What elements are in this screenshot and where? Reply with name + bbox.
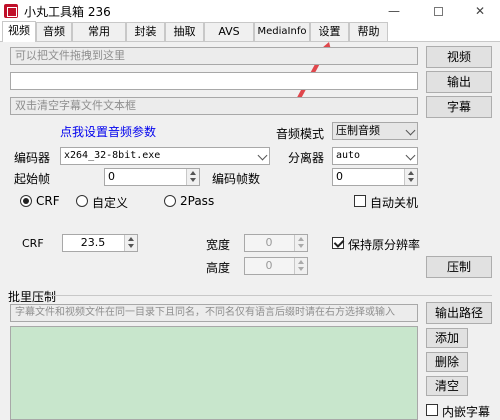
delete-button[interactable]: 删除 <box>426 352 468 372</box>
encode-frames-value: 0 <box>336 170 343 183</box>
keep-resolution-label[interactable]: 保持原分辨率 <box>348 236 420 253</box>
custom-radio[interactable] <box>76 195 88 207</box>
auto-shutdown-checkbox[interactable] <box>354 195 366 207</box>
add-button[interactable]: 添加 <box>426 328 468 348</box>
tab-video[interactable]: 视频 <box>2 21 36 42</box>
clear-button[interactable]: 清空 <box>426 376 468 396</box>
splitter-select[interactable]: auto <box>332 147 418 165</box>
width-value: 0 <box>265 236 273 249</box>
audio-params-link[interactable]: 点我设置音频参数 <box>60 123 156 140</box>
chevron-down-icon <box>405 125 416 136</box>
batch-title: 批里压制 <box>8 290 57 304</box>
width-spinner[interactable]: 0 <box>244 234 308 252</box>
tab-help[interactable]: 帮助 <box>349 22 388 41</box>
tab-audio[interactable]: 音频 <box>36 22 72 41</box>
batch-divider <box>44 295 492 296</box>
audio-mode-label: 音频模式 <box>276 127 325 141</box>
output-button[interactable]: 输出 <box>426 71 492 93</box>
subtitle-input[interactable]: 双击清空字幕文件文本框 <box>10 97 418 115</box>
encoder-value: x264_32-8bit.exe <box>64 150 161 161</box>
encoder-label: 编码器 <box>14 151 51 165</box>
splitter-value: auto <box>336 150 361 161</box>
start-frame-value: 0 <box>108 170 115 183</box>
video-input[interactable]: 可以把文件拖拽到这里 <box>10 47 418 65</box>
maximize-icon <box>433 7 443 16</box>
auto-shutdown-label[interactable]: 自动关机 <box>370 194 418 211</box>
keep-resolution-checkbox[interactable] <box>332 237 344 249</box>
chevron-down-icon <box>405 150 416 161</box>
chevron-down-icon <box>257 150 268 161</box>
height-label: 高度 <box>206 261 231 275</box>
spinner-arrows-icon[interactable] <box>124 235 137 251</box>
embed-subtitle-label[interactable]: 内嵌字幕 <box>442 403 490 420</box>
splitter-label: 分离器 <box>288 151 325 165</box>
crf-spinner[interactable]: 23.5 <box>62 234 138 252</box>
encode-frames-label: 编码帧数 <box>212 172 261 186</box>
two-pass-radio[interactable] <box>164 195 176 207</box>
height-spinner[interactable]: 0 <box>244 257 308 275</box>
audio-mode-value: 压制音频 <box>336 124 380 137</box>
crf-value: 23.5 <box>80 236 106 249</box>
crf-label: CRF <box>22 237 44 250</box>
crf-radio-label[interactable]: CRF <box>36 194 60 208</box>
height-value: 0 <box>265 259 273 272</box>
encode-frames-spinner[interactable]: 0 <box>332 168 418 186</box>
start-frame-label: 起始帧 <box>14 172 51 186</box>
tab-mediainfo[interactable]: MediaInfo <box>254 22 310 41</box>
tab-extract[interactable]: 抽取 <box>165 22 204 41</box>
start-frame-spinner[interactable]: 0 <box>104 168 200 186</box>
video-button[interactable]: 视频 <box>426 46 492 68</box>
tab-mux[interactable]: 封装 <box>126 22 165 41</box>
width-label: 宽度 <box>206 238 231 252</box>
audio-mode-select[interactable]: 压制音频 <box>332 122 418 140</box>
tab-common[interactable]: 常用 <box>72 22 126 41</box>
spinner-arrows-icon[interactable] <box>186 169 199 185</box>
tab-avs[interactable]: AVS <box>204 22 254 41</box>
crf-radio[interactable] <box>20 195 32 207</box>
batch-file-list[interactable] <box>10 326 418 420</box>
spinner-arrows-icon[interactable] <box>294 235 307 251</box>
spinner-arrows-icon[interactable] <box>404 169 417 185</box>
subtitle-button[interactable]: 字幕 <box>426 96 492 118</box>
spinner-arrows-icon[interactable] <box>294 258 307 274</box>
encode-button[interactable]: 压制 <box>426 256 492 278</box>
minimize-button[interactable]: — <box>374 0 414 22</box>
maximize-button[interactable] <box>418 0 458 22</box>
encoder-select[interactable]: x264_32-8bit.exe <box>60 147 270 165</box>
tab-settings[interactable]: 设置 <box>310 22 349 41</box>
output-path-button[interactable]: 输出路径 <box>426 302 492 324</box>
embed-subtitle-checkbox[interactable] <box>426 404 438 416</box>
two-pass-radio-label[interactable]: 2Pass <box>180 194 214 208</box>
custom-radio-label[interactable]: 自定义 <box>92 194 128 211</box>
app-icon <box>4 4 18 18</box>
batch-subtitle-input[interactable]: 字幕文件和视频文件在同一目录下且同名，不同名仅有语言后缀时请在右方选择或输入 <box>10 304 418 322</box>
output-input[interactable] <box>10 72 418 90</box>
close-button[interactable]: ✕ <box>460 0 500 22</box>
window-title: 小丸工具箱 236 <box>24 5 111 19</box>
